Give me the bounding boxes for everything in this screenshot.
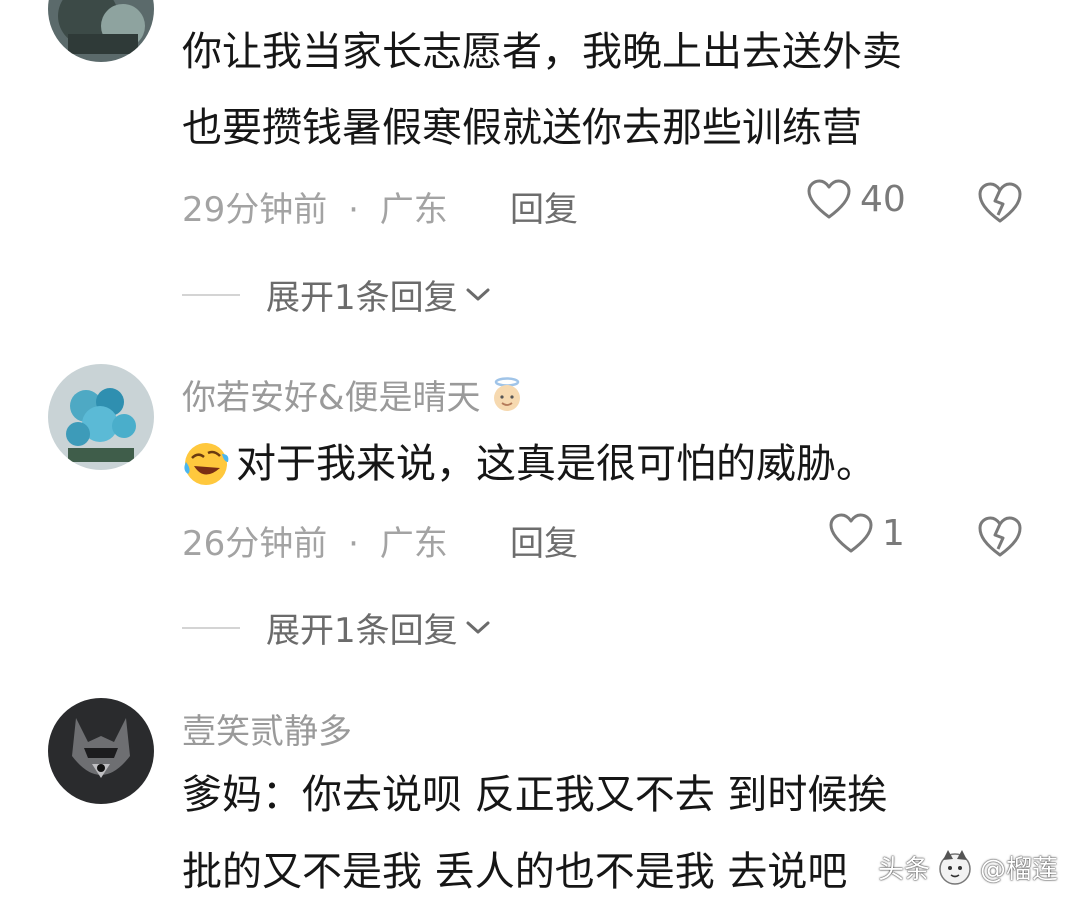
comment-1-like-button[interactable]: 40 xyxy=(806,178,906,220)
comment-1-time: 29分钟前 xyxy=(182,190,328,230)
watermark: 头条 @榴莲 xyxy=(878,848,1058,886)
comment-2-username-text: 你若安好&便是晴天 xyxy=(182,377,481,418)
comment-2-time: 26分钟前 xyxy=(182,524,328,564)
comment-2-separator: · xyxy=(348,524,359,564)
comment-2-location: 广东 xyxy=(379,524,448,564)
chevron-down-icon xyxy=(466,621,490,633)
comment-2-like-button[interactable]: 1 xyxy=(828,512,905,554)
watermark-brand: 头条 xyxy=(877,854,930,885)
broken-heart-icon xyxy=(978,516,1022,557)
comment-3-text-line-2: 批的又不是我 丢人的也不是我 去说吧 xyxy=(182,849,848,895)
comment-2-expand-label: 展开1条回复 xyxy=(266,611,458,651)
heart-icon xyxy=(829,513,873,553)
comment-2-expand-replies[interactable]: 展开1条回复 xyxy=(182,603,492,652)
watermark-author: @榴莲 xyxy=(979,854,1058,885)
chevron-down-icon xyxy=(466,288,490,300)
comment-1-separator: · xyxy=(348,190,359,230)
comment-2-text: 对于我来说，这真是很可怕的威胁。 xyxy=(236,441,876,487)
avatar-comment-1[interactable] xyxy=(48,0,154,62)
comment-1-reply-button[interactable]: 回复 xyxy=(510,182,578,231)
comment-1-meta: 29分钟前 · 广东 xyxy=(182,182,448,231)
comment-3-text-line-1: 爹妈：你去说呗 反正我又不去 到时候挨 xyxy=(182,772,888,818)
comment-1-like-count: 40 xyxy=(860,178,906,220)
comment-1-expand-replies[interactable]: 展开1条回复 xyxy=(182,270,492,319)
avatar-comment-2[interactable] xyxy=(48,364,154,470)
comment-1-dislike-button[interactable] xyxy=(976,180,1024,224)
comment-2-text-line-1: 对于我来说，这真是很可怕的威胁。 xyxy=(182,440,876,488)
comment-2-reply-button[interactable]: 回复 xyxy=(510,516,578,565)
angel-emoji-icon xyxy=(493,377,520,411)
comment-2-username[interactable]: 你若安好&便是晴天 xyxy=(182,372,527,418)
comment-1-text-line-2: 也要攒钱暑假寒假就送你去那些训练营 xyxy=(182,105,862,151)
comment-1-location: 广东 xyxy=(379,190,448,230)
watermark-logo-icon xyxy=(939,850,971,885)
comment-2-dislike-button[interactable] xyxy=(976,514,1024,558)
comment-1-expand-label: 展开1条回复 xyxy=(266,278,458,318)
comment-2-like-count: 1 xyxy=(882,512,905,554)
comment-1-text-line-1: 你让我当家长志愿者，我晚上出去送外卖 xyxy=(182,29,902,75)
comment-2-meta: 26分钟前 · 广东 xyxy=(182,516,448,565)
comment-3-username-text: 壹笑贰静多 xyxy=(182,711,352,752)
divider-line xyxy=(182,626,240,629)
divider-line xyxy=(182,293,240,296)
avatar-comment-3[interactable] xyxy=(48,698,154,804)
laughing-tears-emoji-icon xyxy=(184,443,229,485)
broken-heart-icon xyxy=(978,182,1022,223)
comment-3-username[interactable]: 壹笑贰静多 xyxy=(182,706,352,752)
heart-icon xyxy=(807,179,851,219)
